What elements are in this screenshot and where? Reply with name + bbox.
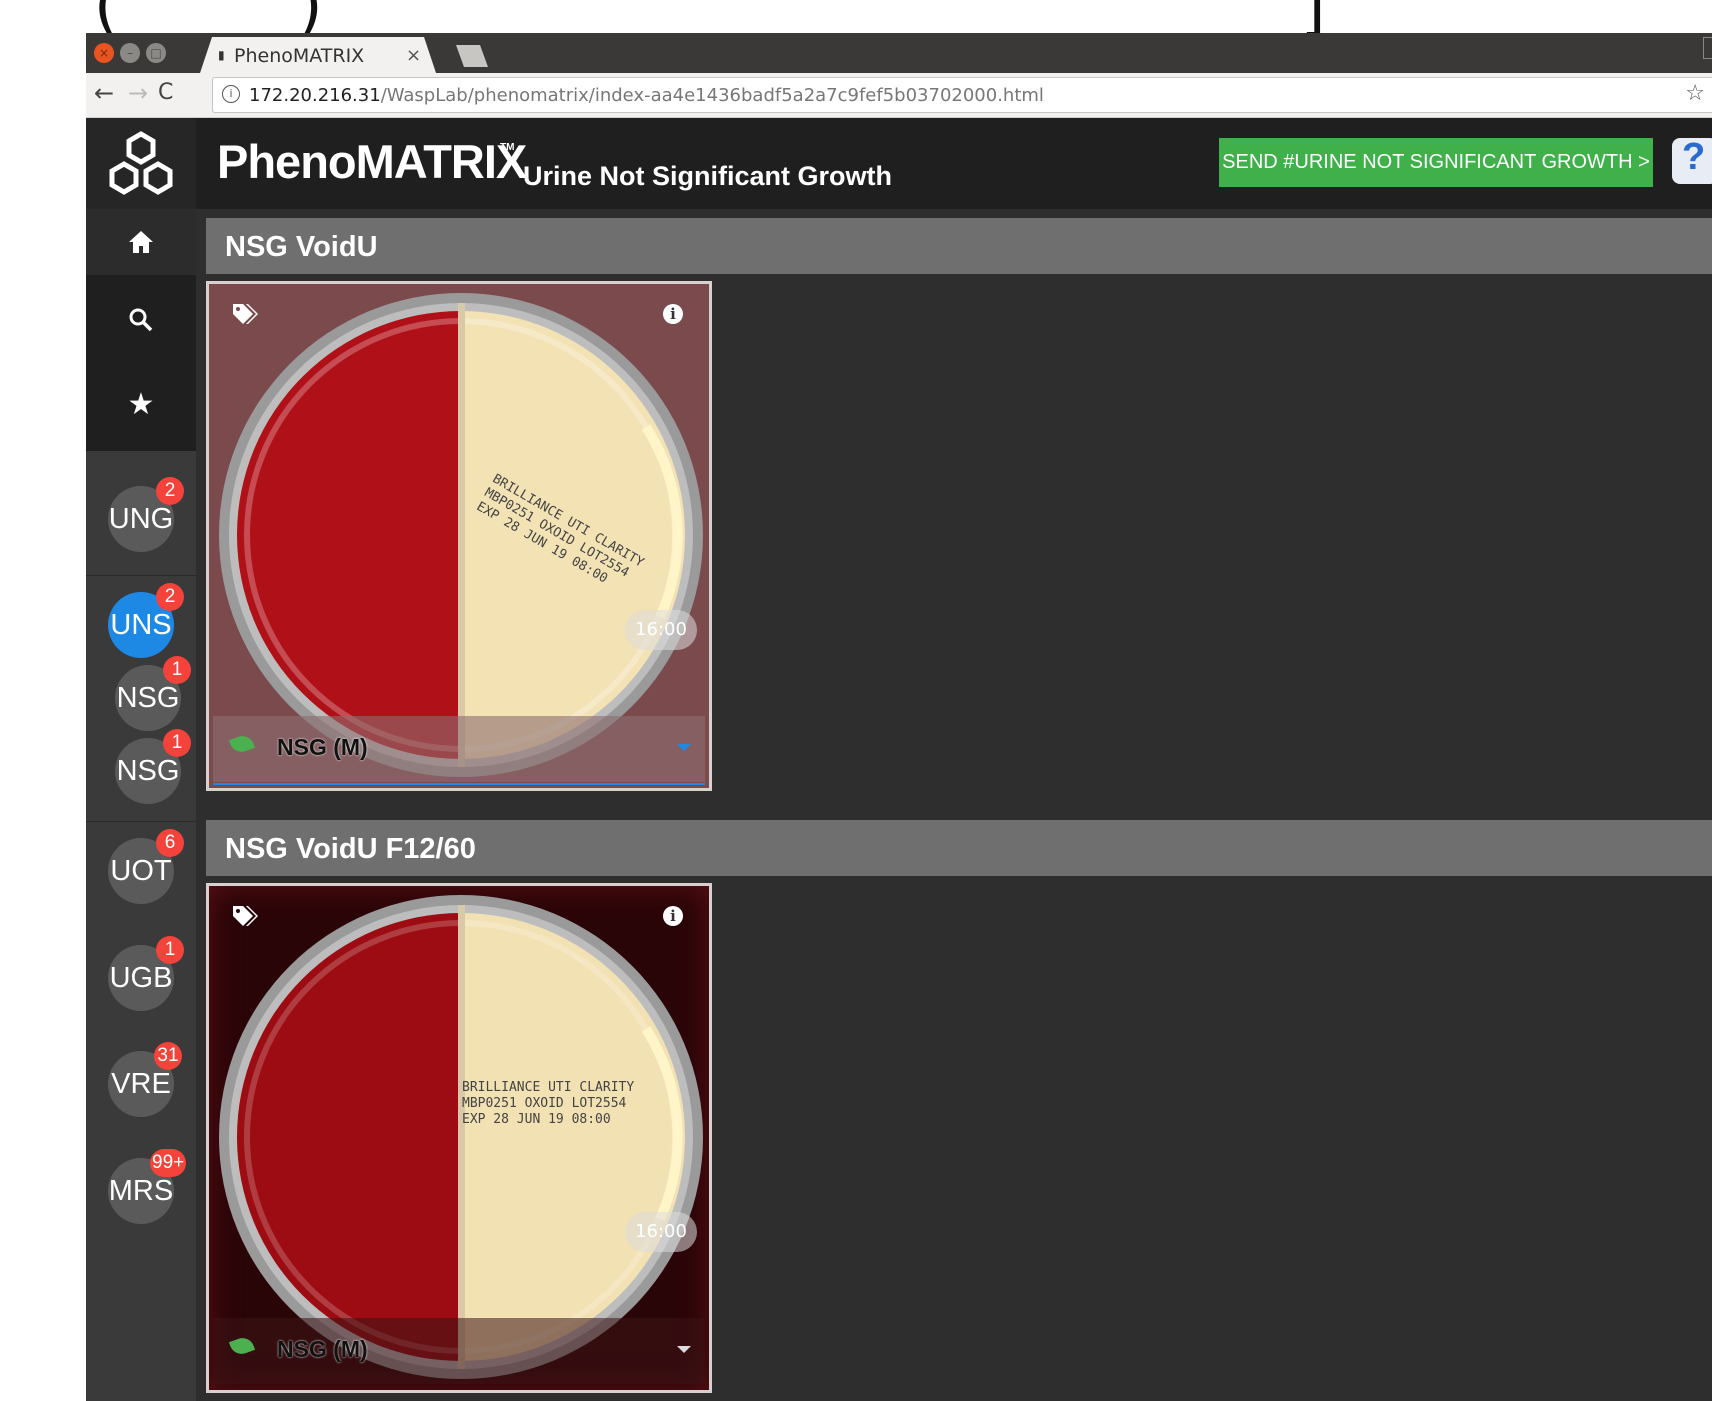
sidebar: ★ UNG 2 UNS 2 NSG 1 NSG 1 UOT 6 UGB 1 VR… [86, 209, 196, 1401]
sidebar-favorites[interactable]: ★ [86, 365, 196, 451]
window-edge [1703, 37, 1712, 59]
queue-nsg-1-badge: 1 [163, 656, 191, 684]
crop-glyph-left: ( [86, 0, 125, 33]
sidebar-divider [86, 821, 196, 822]
crop-glyph-middle: ) [292, 0, 331, 33]
help-button[interactable]: ? [1672, 136, 1712, 184]
crop-glyph-right: ] [1296, 0, 1335, 33]
url-path: /WaspLab/phenomatrix/index-aa4e1436badf5… [380, 85, 1044, 106]
result-underline [213, 783, 705, 785]
leaf-icon [228, 1334, 256, 1358]
brand-name: PhenoMATRIX [217, 135, 527, 188]
queue-mrs-badge: 99+ [150, 1149, 187, 1177]
address-bar[interactable]: i 172.20.216.31/WaspLab/phenomatrix/inde… [212, 77, 1712, 113]
sidebar-divider [86, 575, 196, 576]
site-info-icon[interactable]: i [222, 85, 240, 103]
send-not-significant-growth-button[interactable]: SEND #URINE NOT SIGNIFICANT GROWTH > [1219, 138, 1653, 187]
help-icon: ? [1682, 136, 1706, 178]
url-host: 172.20.216.31 [249, 85, 381, 106]
app-header: PhenoMATRIX TM Urine Not Significant Gro… [86, 118, 1712, 209]
queue-vre-badge: 31 [154, 1042, 182, 1070]
back-arrow-icon[interactable]: ← [94, 79, 114, 107]
plate-label-line-2: MBP0251 OXOID LOT2554 [462, 1096, 627, 1111]
chevron-down-icon[interactable] [677, 1346, 691, 1353]
plate-card[interactable]: BRILLIANCE UTI CLARITY MBP0251 OXOID LOT… [206, 883, 712, 1393]
tab-title: PhenoMATRIX [234, 45, 365, 67]
plate-image: BRILLIANCE UTI CLARITY MBP0251 OXOID LOT… [219, 895, 703, 1379]
plate-result-bar[interactable]: NSG (M) [213, 716, 705, 785]
forward-arrow-icon[interactable]: → [128, 79, 148, 107]
phenomatrix-app: PhenoMATRIX TM Urine Not Significant Gro… [86, 118, 1712, 1401]
plate-label-line-3: EXP 28 JUN 19 08:00 [462, 1112, 611, 1127]
window-minimize-button[interactable]: – [120, 43, 140, 63]
incubation-time: 16:00 [625, 610, 697, 650]
tag-icon[interactable] [231, 302, 259, 326]
main-content: NSG VoidU BRILLIANCE UTI CLARITY MBP0251… [196, 209, 1712, 1401]
browser-tab[interactable]: ▮ PhenoMATRIX × [200, 37, 436, 73]
molecule-logo-icon [109, 131, 173, 195]
reload-icon[interactable]: C [158, 80, 173, 105]
app-logo[interactable] [86, 118, 196, 209]
star-icon: ★ [127, 387, 155, 422]
tag-icon[interactable] [231, 904, 259, 928]
section-title: NSG VoidU [225, 231, 378, 263]
queue-ung-badge: 2 [156, 477, 184, 505]
home-icon [129, 231, 153, 253]
section-header: NSG VoidU [206, 218, 1712, 274]
plate-result-bar[interactable]: NSG (M) [213, 1318, 705, 1384]
tab-favicon-icon: ▮ [218, 48, 225, 62]
queue-ugb-badge: 1 [156, 936, 184, 964]
plate-info-icon[interactable]: i [663, 304, 683, 324]
sidebar-home[interactable] [86, 209, 196, 275]
queue-nsg-2-badge: 1 [163, 729, 191, 757]
queue-uot-badge: 6 [156, 829, 184, 857]
tab-bar: × – □ ▮ PhenoMATRIX × [86, 33, 1712, 73]
new-tab-button[interactable] [456, 45, 488, 67]
browser-window: × – □ ▮ PhenoMATRIX × ← → C i 172.20.216… [86, 33, 1712, 1401]
plate-result-label: NSG (M) [277, 1336, 368, 1362]
incubation-time: 16:00 [625, 1212, 697, 1252]
navigation-bar: ← → C i 172.20.216.31/WaspLab/phenomatri… [86, 73, 1712, 118]
window-maximize-button[interactable]: □ [146, 43, 166, 63]
url-text: 172.20.216.31/WaspLab/phenomatrix/index-… [249, 85, 1044, 106]
trademark-mark: TM [500, 142, 515, 153]
window-close-button[interactable]: × [94, 43, 114, 63]
sidebar-search[interactable] [86, 275, 196, 365]
bookmark-star-icon[interactable]: ☆ [1685, 81, 1705, 106]
plate-result-label: NSG (M) [277, 734, 368, 760]
leaf-icon [228, 732, 256, 756]
plate-label-line-1: BRILLIANCE UTI CLARITY [462, 1080, 634, 1095]
page-subtitle: Urine Not Significant Growth [523, 161, 892, 191]
search-icon [129, 308, 153, 332]
top-crop-strip: ( ) ] [0, 0, 1712, 33]
section-header: NSG VoidU F12/60 [206, 820, 1712, 876]
queue-uns-badge: 2 [156, 583, 184, 611]
section-title: NSG VoidU F12/60 [225, 833, 476, 865]
tab-close-icon[interactable]: × [406, 45, 421, 66]
plate-image: BRILLIANCE UTI CLARITY MBP0251 OXOID LOT… [219, 293, 703, 777]
plate-card[interactable]: BRILLIANCE UTI CLARITY MBP0251 OXOID LOT… [206, 281, 712, 791]
plate-info-icon[interactable]: i [663, 906, 683, 926]
chevron-down-icon[interactable] [677, 744, 691, 751]
